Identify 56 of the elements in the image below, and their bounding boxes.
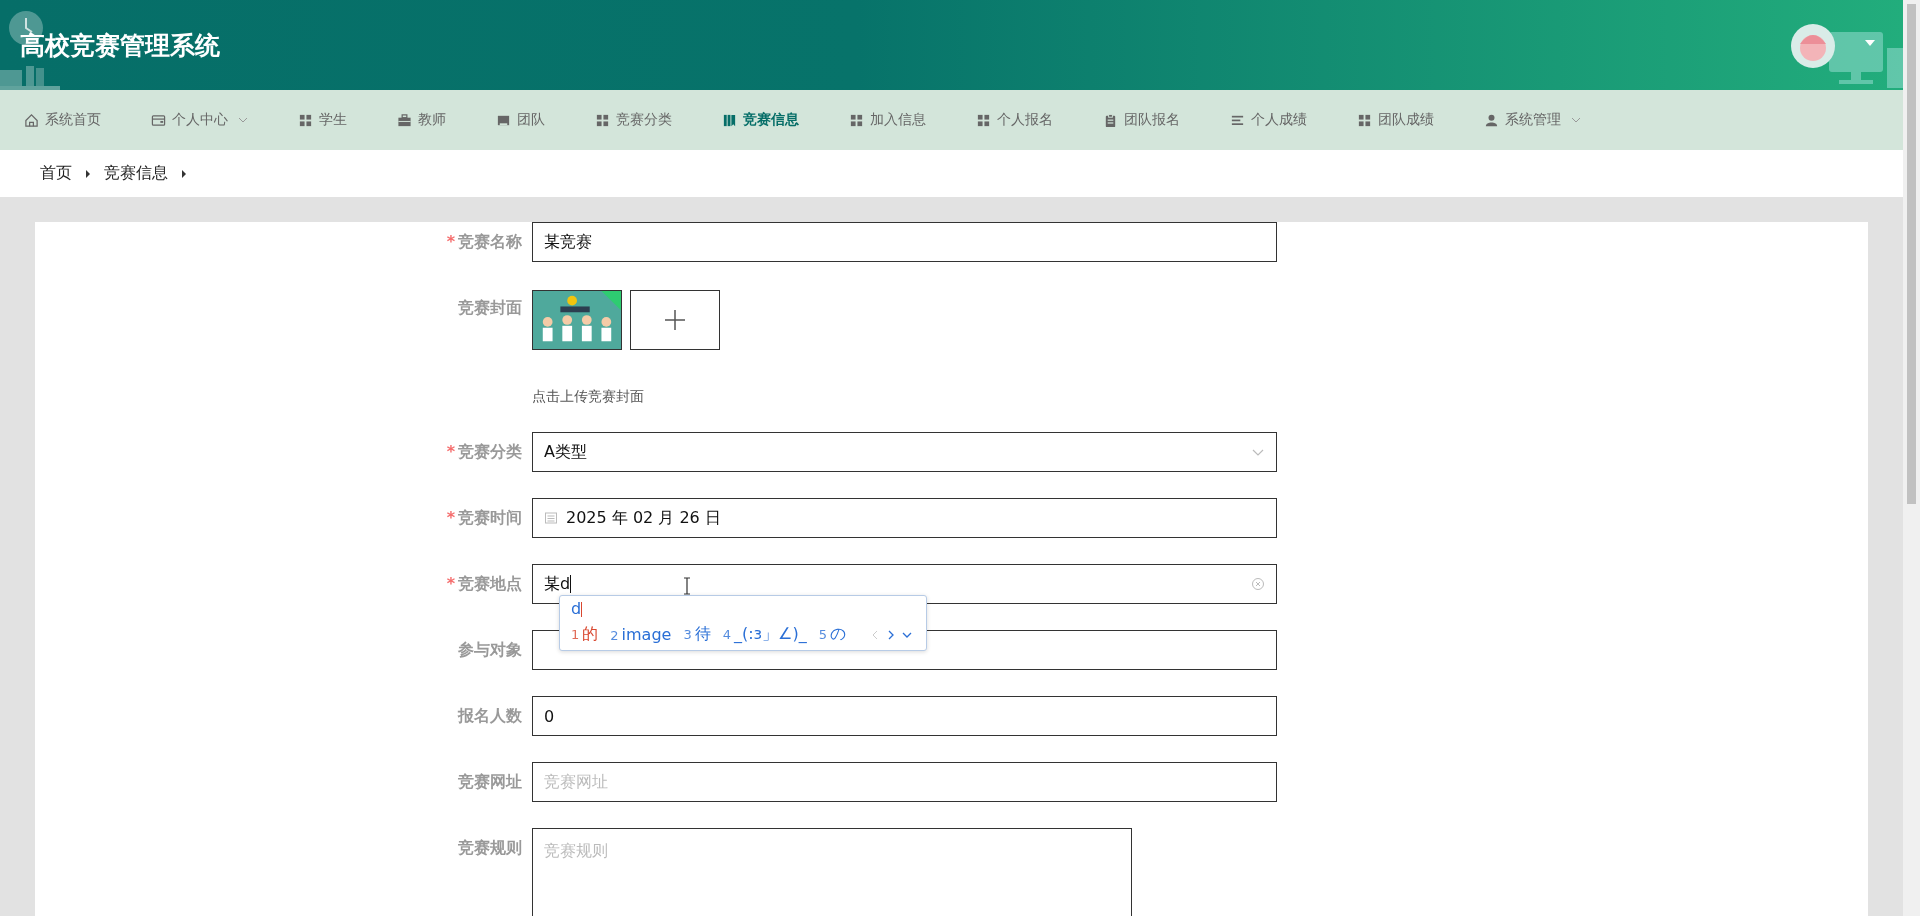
ime-composition: d	[571, 600, 584, 618]
grid-icon	[976, 112, 991, 128]
nav-tab[interactable]: 学生	[298, 111, 347, 129]
breadcrumb-link[interactable]: 首页	[40, 163, 72, 184]
nav-tab[interactable]: 团队报名	[1103, 111, 1180, 129]
nav-tab[interactable]: 竞赛分类	[595, 111, 672, 129]
ime-candidate[interactable]: 2 image	[610, 625, 672, 644]
app-title: 高校竞赛管理系统	[20, 29, 220, 62]
nav-tab[interactable]: 加入信息	[849, 111, 926, 129]
card-icon	[151, 112, 166, 128]
nav-tab[interactable]: 教师	[397, 111, 446, 129]
avatar[interactable]	[1791, 24, 1835, 68]
user-icon	[1484, 112, 1499, 128]
nav-tab[interactable]: 团队	[496, 111, 545, 129]
input-field[interactable]: 0	[532, 696, 1277, 736]
nav-tab[interactable]: 个人报名	[976, 111, 1053, 129]
grid-icon	[298, 112, 313, 128]
grid-icon	[1357, 112, 1372, 128]
grid-icon	[595, 112, 610, 128]
input-field[interactable]: 某竞赛	[532, 222, 1277, 262]
breadcrumb-link[interactable]: 竞赛信息	[104, 163, 168, 184]
field-label: * 竞赛时间	[445, 507, 523, 529]
clipboard-icon	[1103, 112, 1118, 128]
upload-button[interactable]	[630, 290, 720, 350]
nav-tab[interactable]: 个人中心	[151, 111, 248, 129]
nav-tab[interactable]: 竞赛信息	[722, 111, 799, 129]
home-icon	[24, 112, 39, 128]
books-drawing	[0, 66, 60, 90]
field-label: 竞赛规则	[457, 837, 523, 859]
briefcase-icon	[397, 112, 412, 128]
field-label: 竞赛封面	[457, 297, 523, 319]
field-label: * 竞赛名称	[445, 231, 523, 253]
field-label: * 竞赛地点	[445, 573, 523, 595]
field-label: 竞赛网址	[457, 771, 523, 793]
caret-right-icon	[180, 168, 188, 179]
calendar-icon	[544, 511, 558, 525]
ime-candidate[interactable]: 4 _(:з」∠)_	[722, 624, 807, 645]
scrollbar[interactable]	[1903, 0, 1920, 916]
ime-candidate[interactable]: 3 待	[683, 624, 711, 645]
date-field[interactable]: 2025 年 02 月 26 日	[532, 498, 1277, 538]
book-icon	[722, 112, 737, 128]
field-label: 参与对象	[457, 639, 523, 661]
field-label: 报名人数	[456, 705, 523, 727]
ime-candidate[interactable]: 1 的	[571, 624, 599, 645]
nav-tab[interactable]: 个人成绩	[1230, 111, 1307, 129]
nav-tab[interactable]: 团队成绩	[1357, 111, 1434, 129]
plus-icon	[664, 309, 686, 331]
ime-candidate[interactable]: 5 の	[818, 624, 846, 645]
field-label: * 竞赛分类	[445, 441, 523, 463]
caret-right-icon	[84, 168, 92, 179]
grid-icon	[849, 112, 864, 128]
nav-tab[interactable]: 系统管理	[1484, 111, 1581, 129]
text-cursor-icon	[683, 577, 691, 595]
upload-hint: 点击上传竞赛封面	[532, 388, 645, 406]
nav-tab[interactable]: 系统首页	[24, 111, 101, 129]
select-field[interactable]: A类型	[532, 432, 1277, 472]
